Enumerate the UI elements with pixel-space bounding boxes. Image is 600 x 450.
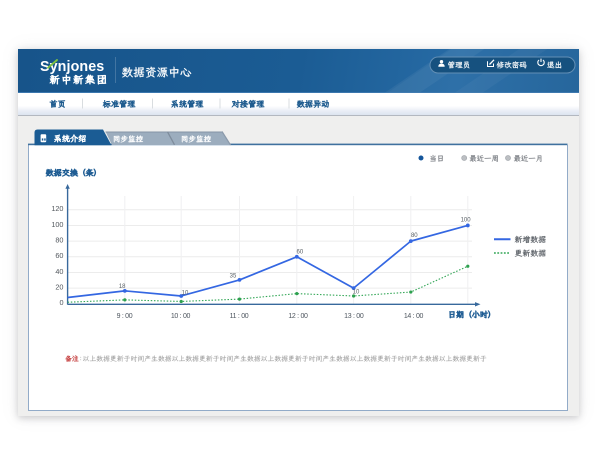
svg-text:60: 60 [55,251,63,260]
svg-text:60: 60 [297,249,304,255]
svg-text:14 : 00: 14 : 00 [404,313,424,320]
svg-text:10 : 00: 10 : 00 [171,313,191,320]
svg-text:80: 80 [411,233,418,239]
svg-text:0: 0 [59,298,63,307]
svg-text:12 : 00: 12 : 00 [288,313,308,320]
svg-text:11 : 00: 11 : 00 [230,313,249,320]
svg-text:120: 120 [51,204,63,213]
svg-text:40: 40 [55,267,63,276]
svg-text:10: 10 [182,290,189,296]
svg-text:10: 10 [353,290,360,296]
svg-text:80: 80 [55,236,63,245]
svg-text:35: 35 [230,273,237,279]
svg-text:20: 20 [55,283,63,292]
svg-text:9 : 00: 9 : 00 [117,313,133,320]
svg-text:18: 18 [119,284,126,290]
svg-text:13 : 00: 13 : 00 [344,313,364,320]
svg-text:100: 100 [461,218,472,224]
svg-text:100: 100 [51,220,63,229]
